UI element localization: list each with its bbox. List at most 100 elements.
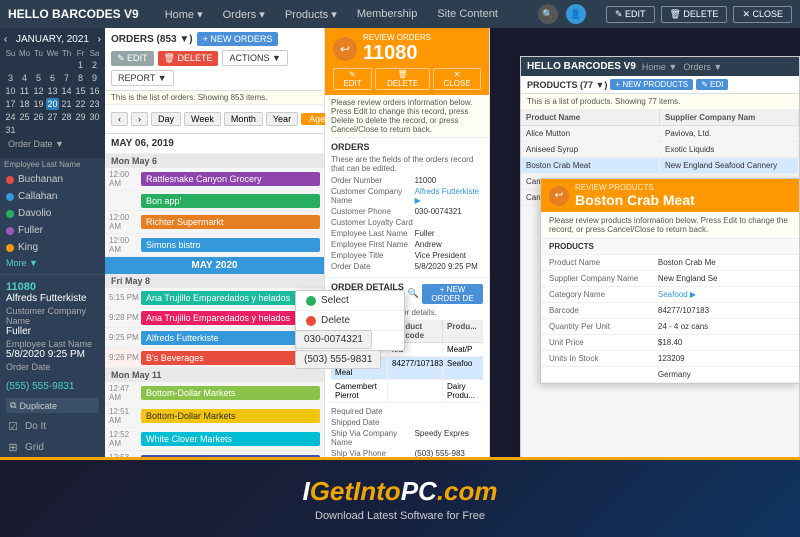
- customer-company-value[interactable]: Alfreds Futterkiste ▶: [415, 187, 483, 205]
- event-alfreds[interactable]: 9:25 PM Alfreds Futterkiste: [105, 328, 324, 348]
- orders-delete-button[interactable]: 🗑 DELETE: [158, 51, 219, 66]
- cal-prev[interactable]: ‹: [4, 34, 7, 45]
- cal-day-14[interactable]: 14: [60, 85, 73, 97]
- cal-year-view-btn[interactable]: Year: [266, 112, 298, 126]
- nav-home[interactable]: Home ▾: [161, 6, 207, 23]
- event-ana2[interactable]: 9:28 PM Ana Trujillo Emparedados y helad…: [105, 308, 324, 328]
- product-row-alice[interactable]: Alice Mutton Paviova, Ltd.: [521, 126, 799, 142]
- cal-day-26[interactable]: 26: [32, 111, 45, 123]
- review-close-button[interactable]: ✕ CLOSE: [433, 68, 481, 90]
- product-row-boston[interactable]: Boston Crab Meat New England Seafood Can…: [521, 158, 799, 174]
- cal-day-7[interactable]: 7: [60, 72, 73, 84]
- bc-nav-orders[interactable]: Orders ▼: [683, 62, 722, 72]
- event-ana1[interactable]: 5:15 PM Ana Trujillo Emparedados y helad…: [105, 288, 324, 308]
- nav-site-content[interactable]: Site Content: [433, 6, 502, 22]
- cal-day-16[interactable]: 16: [88, 85, 101, 97]
- cal-day-1[interactable]: 1: [74, 59, 87, 71]
- product-row-aniseed[interactable]: Aniseed Syrup Exotic Liquids: [521, 142, 799, 158]
- event-beverages[interactable]: 9:26 PM B's Beverages: [105, 348, 324, 368]
- cal-day-cell[interactable]: [46, 59, 59, 71]
- cal-day-9[interactable]: 9: [88, 72, 101, 84]
- event-rattlesnake[interactable]: 12:00 AM Rattlesnake Canyon Grocery: [105, 168, 324, 191]
- cal-day-cell[interactable]: [88, 124, 101, 136]
- nav-grid[interactable]: ⊞ Grid: [0, 437, 105, 458]
- event-bon-app[interactable]: Bon app': [105, 191, 324, 211]
- top-edit-button[interactable]: ✎ EDIT: [606, 6, 655, 23]
- new-order-detail-button[interactable]: + NEW ORDER DE: [422, 284, 483, 304]
- event-white-1[interactable]: 12:52 AM White Clover Markets: [105, 428, 324, 451]
- cal-day-view-btn[interactable]: Day: [151, 112, 181, 126]
- filter-davolio[interactable]: Davolio: [0, 205, 105, 222]
- event-richter[interactable]: 12:00 AM Richter Supermarkt: [105, 211, 324, 234]
- cal-day-18[interactable]: 18: [18, 98, 31, 110]
- cal-day-2[interactable]: 2: [88, 59, 101, 71]
- cal-next-btn[interactable]: ›: [131, 112, 148, 126]
- top-delete-button[interactable]: 🗑 DELETE: [661, 6, 728, 23]
- ctx-select[interactable]: Select: [296, 291, 404, 310]
- cal-day-cell[interactable]: [4, 59, 17, 71]
- review-edit-button[interactable]: ✎ EDIT: [333, 68, 372, 90]
- products-edit-button[interactable]: ✎ EDI: [696, 79, 728, 90]
- actions-dropdown-button[interactable]: ACTIONS ▼: [222, 50, 287, 66]
- new-orders-button[interactable]: + NEW ORDERS: [197, 32, 279, 46]
- user-icon[interactable]: 👤: [566, 4, 586, 24]
- order-date-filter[interactable]: Order Date ▼: [4, 136, 101, 152]
- cal-day-25[interactable]: 25: [18, 111, 31, 123]
- event-bottom-2[interactable]: 12:51 AM Bottom-Dollar Markets: [105, 405, 324, 428]
- cal-day-15[interactable]: 15: [74, 85, 87, 97]
- event-simons[interactable]: 12:00 AM Simons bistro: [105, 234, 324, 257]
- order-details-search-icon[interactable]: 🔍: [408, 288, 419, 299]
- cal-day-cell[interactable]: [60, 124, 73, 136]
- cal-prev-btn[interactable]: ‹: [111, 112, 128, 126]
- cal-next[interactable]: ›: [98, 34, 101, 45]
- cal-day-5[interactable]: 5: [32, 72, 45, 84]
- cal-day-27[interactable]: 27: [46, 111, 59, 123]
- cal-day-cell[interactable]: [74, 124, 87, 136]
- cal-month-view-btn[interactable]: Month: [224, 112, 263, 126]
- cal-day-19[interactable]: 19: [32, 98, 45, 110]
- cal-day-20[interactable]: 20: [46, 98, 59, 110]
- cal-day-cell[interactable]: [46, 124, 59, 136]
- cal-day-28[interactable]: 28: [60, 111, 73, 123]
- nav-products[interactable]: Products ▾: [281, 6, 341, 23]
- search-icon[interactable]: 🔍: [538, 4, 558, 24]
- cal-day-cell[interactable]: [32, 59, 45, 71]
- top-close-button[interactable]: ✕ CLOSE: [733, 6, 792, 23]
- cal-day-12[interactable]: 12: [32, 85, 45, 97]
- filter-callahan[interactable]: Callahan: [0, 188, 105, 205]
- cal-day-cell[interactable]: [32, 124, 45, 136]
- filter-fuller[interactable]: Fuller: [0, 222, 105, 239]
- cal-day-8[interactable]: 8: [74, 72, 87, 84]
- cal-day-17[interactable]: 17: [4, 98, 17, 110]
- cal-day-23[interactable]: 23: [88, 98, 101, 110]
- cal-day-cell[interactable]: [60, 59, 73, 71]
- cal-day-3[interactable]: 3: [4, 72, 17, 84]
- cal-day-31[interactable]: 31: [4, 124, 17, 136]
- review-delete-button[interactable]: 🗑 DELETE: [375, 68, 430, 90]
- cal-day-30[interactable]: 30: [88, 111, 101, 123]
- ctx-delete[interactable]: Delete: [296, 311, 404, 330]
- nav-membership[interactable]: Membership: [353, 6, 422, 22]
- bc-nav-home[interactable]: Home ▼: [642, 62, 677, 72]
- event-bottom-1[interactable]: 12:47 AM Bottom-Dollar Markets: [105, 382, 324, 405]
- more-filter-btn[interactable]: More ▼: [0, 256, 105, 270]
- filter-king[interactable]: King: [0, 239, 105, 256]
- cal-day-6[interactable]: 6: [46, 72, 59, 84]
- cal-day-21[interactable]: 21: [60, 98, 73, 110]
- cal-week-view-btn[interactable]: Week: [184, 112, 221, 126]
- cal-day-cell[interactable]: [18, 59, 31, 71]
- cal-day-11[interactable]: 11: [18, 85, 31, 97]
- nav-orders[interactable]: Orders ▾: [219, 6, 269, 23]
- cal-day-10[interactable]: 10: [4, 85, 17, 97]
- orders-edit-button[interactable]: ✎ EDIT: [111, 51, 154, 66]
- report-dropdown-button[interactable]: REPORT ▼: [111, 70, 174, 86]
- filter-buchanan[interactable]: Buchanan: [0, 171, 105, 188]
- order-detail-row-3[interactable]: Camembert Pierrot Dairy Produ...: [331, 380, 483, 403]
- duplicate-button[interactable]: ⧉ Duplicate: [6, 398, 99, 413]
- cal-day-cell[interactable]: [18, 124, 31, 136]
- cal-day-24[interactable]: 24: [4, 111, 17, 123]
- nav-do-it[interactable]: ☑ Do It: [0, 416, 105, 437]
- new-products-button[interactable]: + NEW PRODUCTS: [610, 79, 693, 90]
- cal-day-22[interactable]: 22: [74, 98, 87, 110]
- cal-day-13[interactable]: 13: [46, 85, 59, 97]
